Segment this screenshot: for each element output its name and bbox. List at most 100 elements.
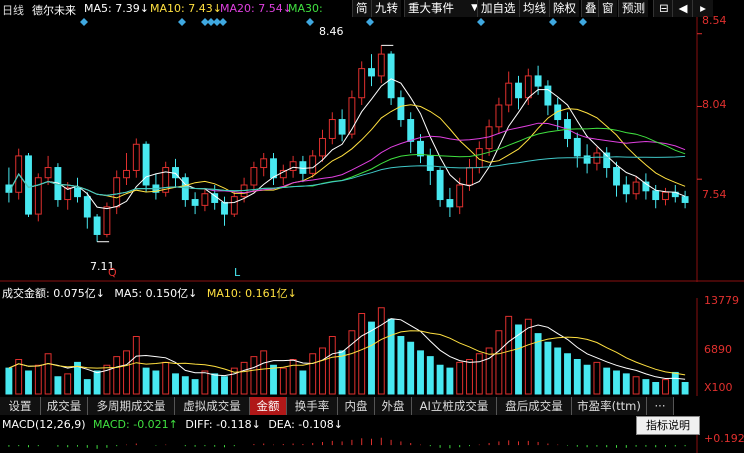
volume-bar [475, 353, 483, 395]
volume-bar [93, 370, 101, 395]
candle-body [93, 216, 101, 235]
tab-after-hours-volume[interactable]: 盘后成交量 [497, 397, 572, 415]
volume-bar [113, 356, 121, 395]
volume-bar [671, 371, 679, 395]
overlay-button[interactable]: 叠 [581, 0, 600, 17]
candle-body [211, 193, 219, 203]
volume-bar [5, 367, 13, 395]
volume-bar [348, 330, 356, 395]
candle-body [446, 199, 454, 208]
event-diamond-marker [549, 18, 557, 26]
candle-body [387, 53, 395, 99]
volume-bar [642, 379, 650, 395]
event-diamond-marker [219, 18, 227, 26]
tab-more[interactable]: ··· [647, 397, 674, 415]
volume-bar [681, 382, 689, 395]
volume-bar [652, 382, 660, 395]
tab-inner[interactable]: 内盘 [338, 397, 375, 415]
candle-body [270, 158, 277, 179]
candle-body [74, 187, 81, 198]
volume-bar [485, 347, 493, 395]
arrow-left-icon[interactable]: ◀ [672, 0, 693, 17]
ma20-legend: MA20: 7.54↓ [220, 2, 292, 15]
ma-button[interactable]: 均线 [519, 0, 549, 17]
volume-bar [593, 361, 601, 395]
tab-settings[interactable]: 设置 [0, 397, 41, 415]
candle-body [554, 104, 562, 121]
volume-bar [613, 370, 620, 395]
volume-bar [64, 373, 72, 395]
price-axis-label-low: 7.54 [702, 188, 727, 201]
tab-amount[interactable]: 金额 [250, 397, 287, 415]
ma5-line [8, 78, 686, 210]
candle-body [132, 143, 140, 171]
candle-body [309, 155, 317, 174]
volume-bar [544, 341, 552, 395]
candle-body [123, 169, 130, 179]
candlestick-chart[interactable] [0, 17, 744, 282]
volume-bar [191, 379, 199, 395]
volume-bar [123, 350, 130, 395]
volume-bar [564, 353, 571, 395]
candle-body [495, 104, 503, 128]
simple-button[interactable]: 简 [352, 0, 371, 17]
volume-chart[interactable] [0, 298, 744, 396]
candle-body [260, 158, 268, 169]
candle-body [613, 167, 620, 186]
volume-bar [172, 373, 179, 395]
volume-bar [181, 376, 189, 395]
candle-body [456, 184, 464, 208]
exright-button[interactable]: 除权 [549, 0, 579, 17]
candle-body [103, 206, 111, 235]
candle-body [534, 75, 542, 87]
forecast-button[interactable]: 预测 [618, 0, 648, 17]
volume-bar [338, 350, 346, 395]
event-diamond-marker [306, 18, 314, 26]
tab-ai-volume[interactable]: AI立桩成交量 [412, 397, 497, 415]
volume-bar [270, 364, 277, 395]
price-axis-label-mid: 8.04 [702, 98, 727, 111]
volume-bar [426, 356, 434, 395]
candle-body [377, 53, 385, 77]
volume-bar [524, 318, 532, 395]
tab-virtual-volume[interactable]: 虚拟成交量 [175, 397, 250, 415]
vol-axis-label-unit: X100 [704, 381, 733, 394]
tab-outer[interactable]: 外盘 [375, 397, 412, 415]
volume-bar [83, 379, 91, 395]
volume-bar [417, 350, 424, 395]
candle-body [544, 85, 552, 106]
candle-body [83, 196, 91, 218]
candle-body [475, 148, 483, 169]
vol-axis-label-mid: 6890 [704, 343, 732, 356]
window-button[interactable]: 窗 [598, 0, 617, 17]
candle-body [573, 137, 581, 157]
event-diamond-marker [366, 18, 374, 26]
candle-body [466, 167, 473, 186]
tab-pe-ttm[interactable]: 市盈率(ttm) [572, 397, 647, 415]
add-watchlist-button[interactable]: 加自选 [477, 0, 519, 17]
volume-bar [328, 336, 336, 395]
candle-body [113, 177, 121, 208]
tab-volume[interactable]: 成交量 [41, 397, 88, 415]
jiuzhuan-button[interactable]: 九转 [371, 0, 401, 17]
indicator-help-tooltip[interactable]: 指标说明 [636, 416, 700, 435]
candle-body [34, 177, 42, 215]
volume-bar [309, 353, 317, 395]
tab-multi-period-volume[interactable]: 多周期成交量 [88, 397, 175, 415]
period-label[interactable]: 日线 [2, 2, 24, 18]
major-events-button[interactable]: 重大事件 ▼ [404, 0, 481, 17]
candle-body [181, 177, 189, 201]
candle-body [417, 140, 424, 157]
candle-body [505, 82, 513, 106]
ma30-legend: MA30: [288, 2, 323, 15]
volume-bar [25, 370, 32, 395]
pin-icon[interactable]: ⊟ [653, 0, 674, 17]
volume-bar [573, 359, 581, 395]
chart-header: 日线 德尔未来 MA5: 7.39↓ MA10: 7.43↓ MA20: 7.5… [0, 0, 744, 18]
volume-bar [466, 359, 473, 395]
candle-body [515, 82, 522, 99]
tab-turnover[interactable]: 换手率 [287, 397, 338, 415]
indicator-tabs: 设置 成交量 多周期成交量 虚拟成交量 金额 换手率 内盘 外盘 AI立桩成交量… [0, 397, 744, 415]
candle-body [593, 152, 601, 164]
candle-body [358, 68, 366, 99]
